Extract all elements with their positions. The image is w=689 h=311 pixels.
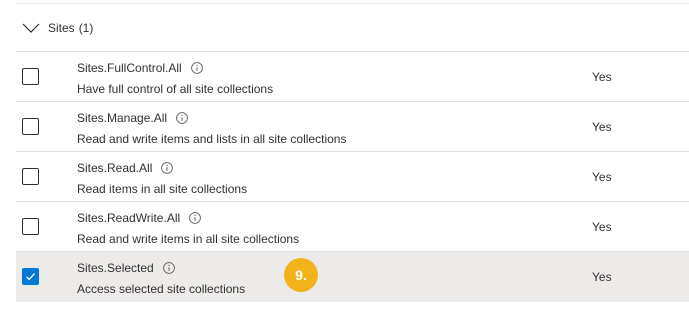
permission-name: Sites.Read.All xyxy=(77,161,153,175)
permissions-list: Sites (1) Sites.FullControl.All Have ful… xyxy=(0,0,689,311)
permission-description: Read and write items in all site collect… xyxy=(77,232,300,246)
row-checkbox[interactable] xyxy=(22,168,39,185)
permission-row[interactable]: Sites.FullControl.All Have full control … xyxy=(16,52,689,102)
permission-description: Read items in all site collections xyxy=(77,182,248,196)
permission-row[interactable]: Sites.Manage.All Read and write items an… xyxy=(16,102,689,152)
permission-name: Sites.ReadWrite.All xyxy=(77,211,181,225)
info-icon[interactable] xyxy=(190,62,203,74)
permission-name: Sites.FullControl.All xyxy=(77,61,182,75)
permission-name: Sites.Manage.All xyxy=(77,111,168,125)
group-header-sites[interactable]: Sites (1) xyxy=(16,4,689,52)
admin-consent-value: Yes xyxy=(592,70,612,84)
group-title: Sites xyxy=(48,20,75,35)
checkmark-icon xyxy=(26,273,35,281)
admin-consent-value: Yes xyxy=(592,270,612,284)
admin-consent-value: Yes xyxy=(592,120,612,134)
group-count: (1) xyxy=(78,20,94,35)
permission-row[interactable]: Sites.Read.All Read items in all site co… xyxy=(16,152,689,202)
info-icon[interactable] xyxy=(161,162,174,174)
chevron-down-icon[interactable] xyxy=(21,18,41,38)
info-icon[interactable] xyxy=(189,212,202,224)
row-checkbox[interactable] xyxy=(22,218,39,235)
permission-name: Sites.Selected xyxy=(77,261,154,275)
permission-description: Read and write items and lists in all si… xyxy=(77,132,347,146)
permission-description: Access selected site collections xyxy=(77,282,246,296)
admin-consent-value: Yes xyxy=(592,220,612,234)
info-icon[interactable] xyxy=(162,262,175,274)
permission-row[interactable]: Sites.ReadWrite.All Read and write items… xyxy=(16,202,689,252)
row-checkbox[interactable] xyxy=(22,68,39,85)
step-badge: 9. xyxy=(284,258,318,292)
info-icon[interactable] xyxy=(176,112,188,124)
row-checkbox-checked[interactable] xyxy=(22,268,39,285)
admin-consent-value: Yes xyxy=(592,170,612,184)
row-checkbox[interactable] xyxy=(22,118,39,135)
permission-description: Have full control of all site collection… xyxy=(77,82,274,96)
permission-row-selected[interactable]: Sites.Selected 9. Access selected site c… xyxy=(16,252,689,302)
